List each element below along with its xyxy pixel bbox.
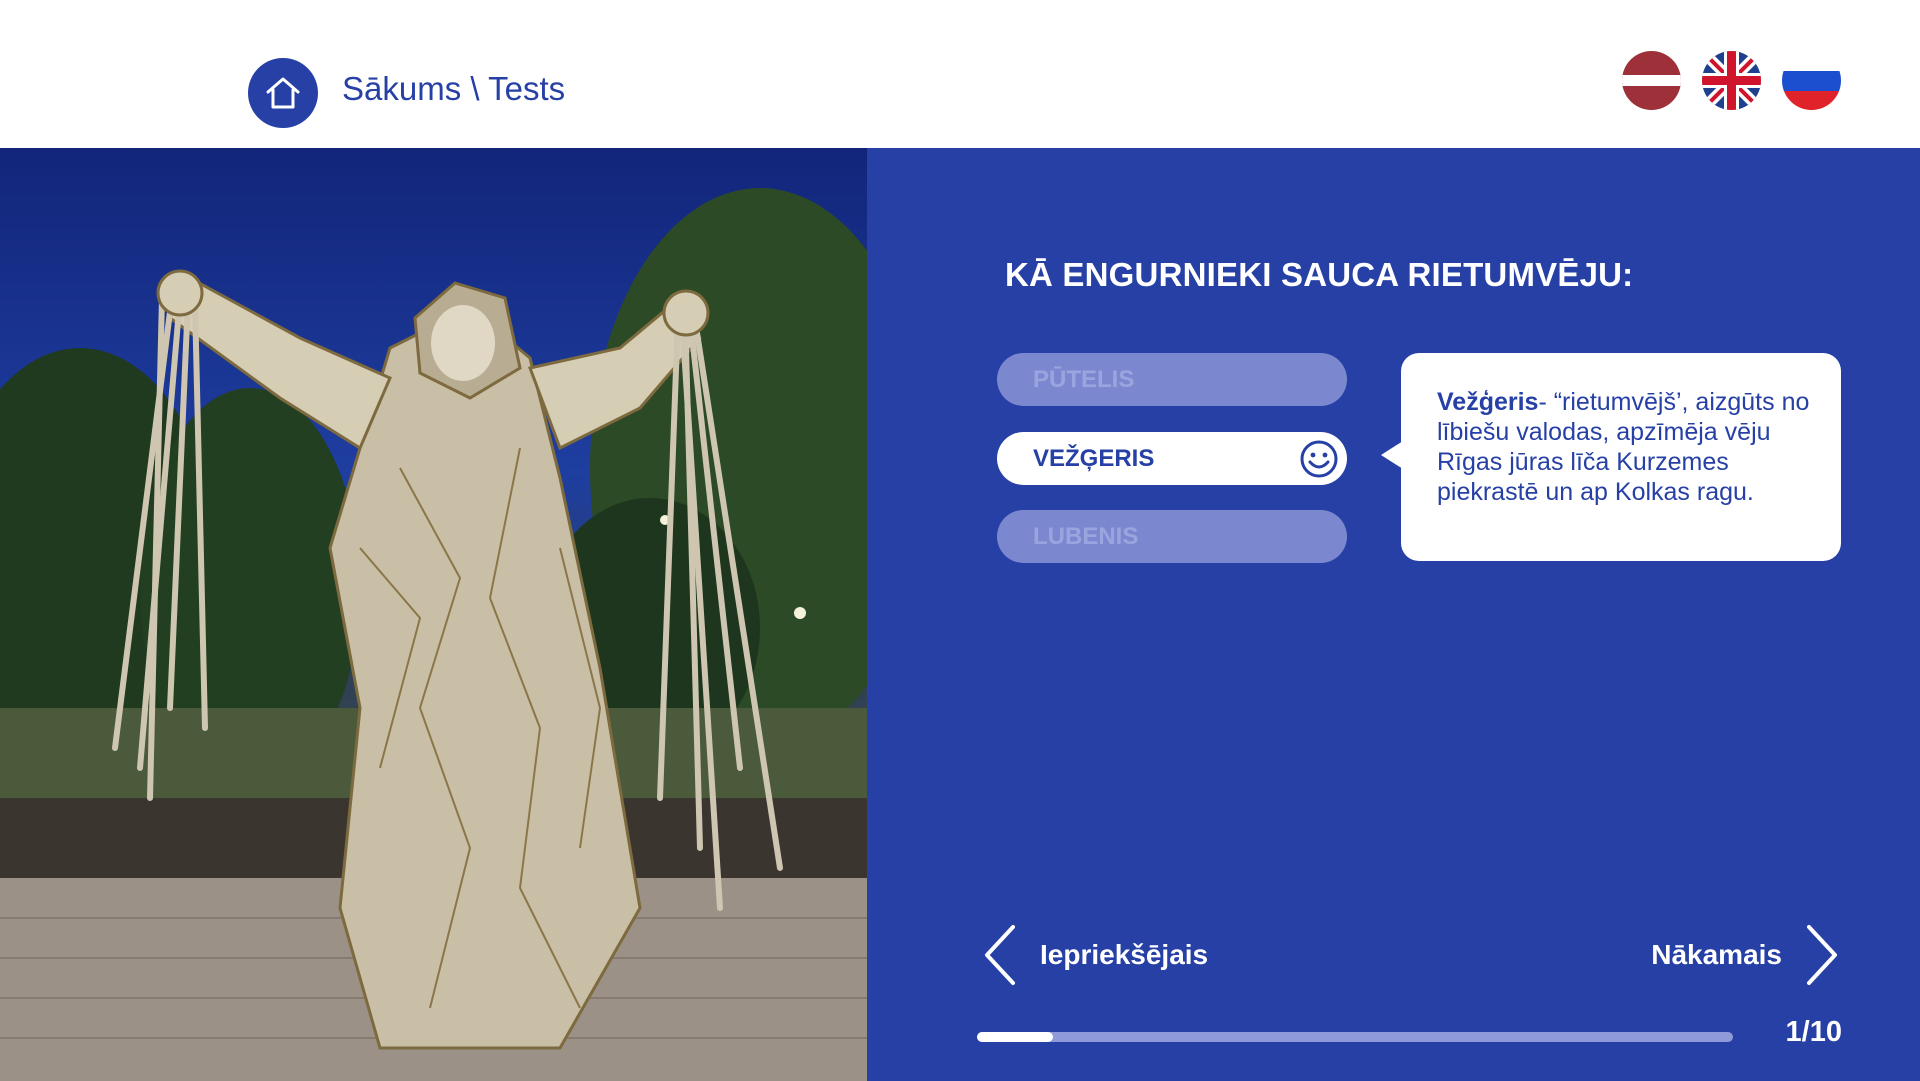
answer-option-label: PŪTELIS xyxy=(1033,365,1135,393)
progress-counter: 1/10 xyxy=(1785,1016,1842,1048)
sculpture-photo xyxy=(0,148,867,1081)
progress-bar xyxy=(977,1032,1733,1042)
question-text: KĀ ENGURNIEKI SAUCA RIETUMVĒJU: xyxy=(1005,256,1634,293)
breadcrumb-separator: \ xyxy=(461,70,489,107)
breadcrumb: Sākums \ Tests xyxy=(342,70,565,108)
chevron-right-icon xyxy=(1807,925,1837,985)
header: Sākums \ Tests xyxy=(0,0,1920,148)
sculpture-illustration xyxy=(0,188,867,1081)
home-button[interactable] xyxy=(248,58,318,128)
explanation-term: Vežģeris xyxy=(1437,388,1539,416)
russia-flag-icon xyxy=(1782,51,1841,110)
uk-flag-icon xyxy=(1702,51,1761,110)
smiley-icon xyxy=(1299,439,1339,486)
chevron-left-icon xyxy=(985,925,1015,985)
language-lv-button[interactable] xyxy=(1622,51,1681,110)
bubble-tail xyxy=(1381,441,1403,469)
language-ru-button[interactable] xyxy=(1782,51,1841,110)
progress-fill xyxy=(977,1032,1053,1042)
answer-option-label: VEŽĢERIS xyxy=(1033,444,1155,472)
breadcrumb-home-link[interactable]: Sākums xyxy=(342,70,461,107)
next-label: Nākamais xyxy=(1651,939,1782,970)
answer-option-2-selected[interactable]: VEŽĢERIS xyxy=(997,432,1347,485)
quiz-panel: KĀ ENGURNIEKI SAUCA RIETUMVĒJU: PŪTELIS … xyxy=(867,148,1920,1081)
answer-option-1[interactable]: PŪTELIS xyxy=(997,353,1347,406)
answer-option-3[interactable]: LUBENIS xyxy=(997,510,1347,563)
previous-button[interactable]: Iepriekšējais xyxy=(980,923,1208,987)
next-button[interactable]: Nākamais xyxy=(1651,923,1842,987)
language-en-button[interactable] xyxy=(1702,51,1761,110)
previous-label: Iepriekšējais xyxy=(1040,939,1209,970)
home-icon xyxy=(266,77,300,109)
answer-option-label: LUBENIS xyxy=(1033,522,1139,550)
explanation-bubble: Vežģeris- “rietumvējš’, aizgūts no lībie… xyxy=(1381,353,1841,561)
latvia-flag-icon xyxy=(1622,51,1681,110)
breadcrumb-current: Tests xyxy=(488,70,566,107)
